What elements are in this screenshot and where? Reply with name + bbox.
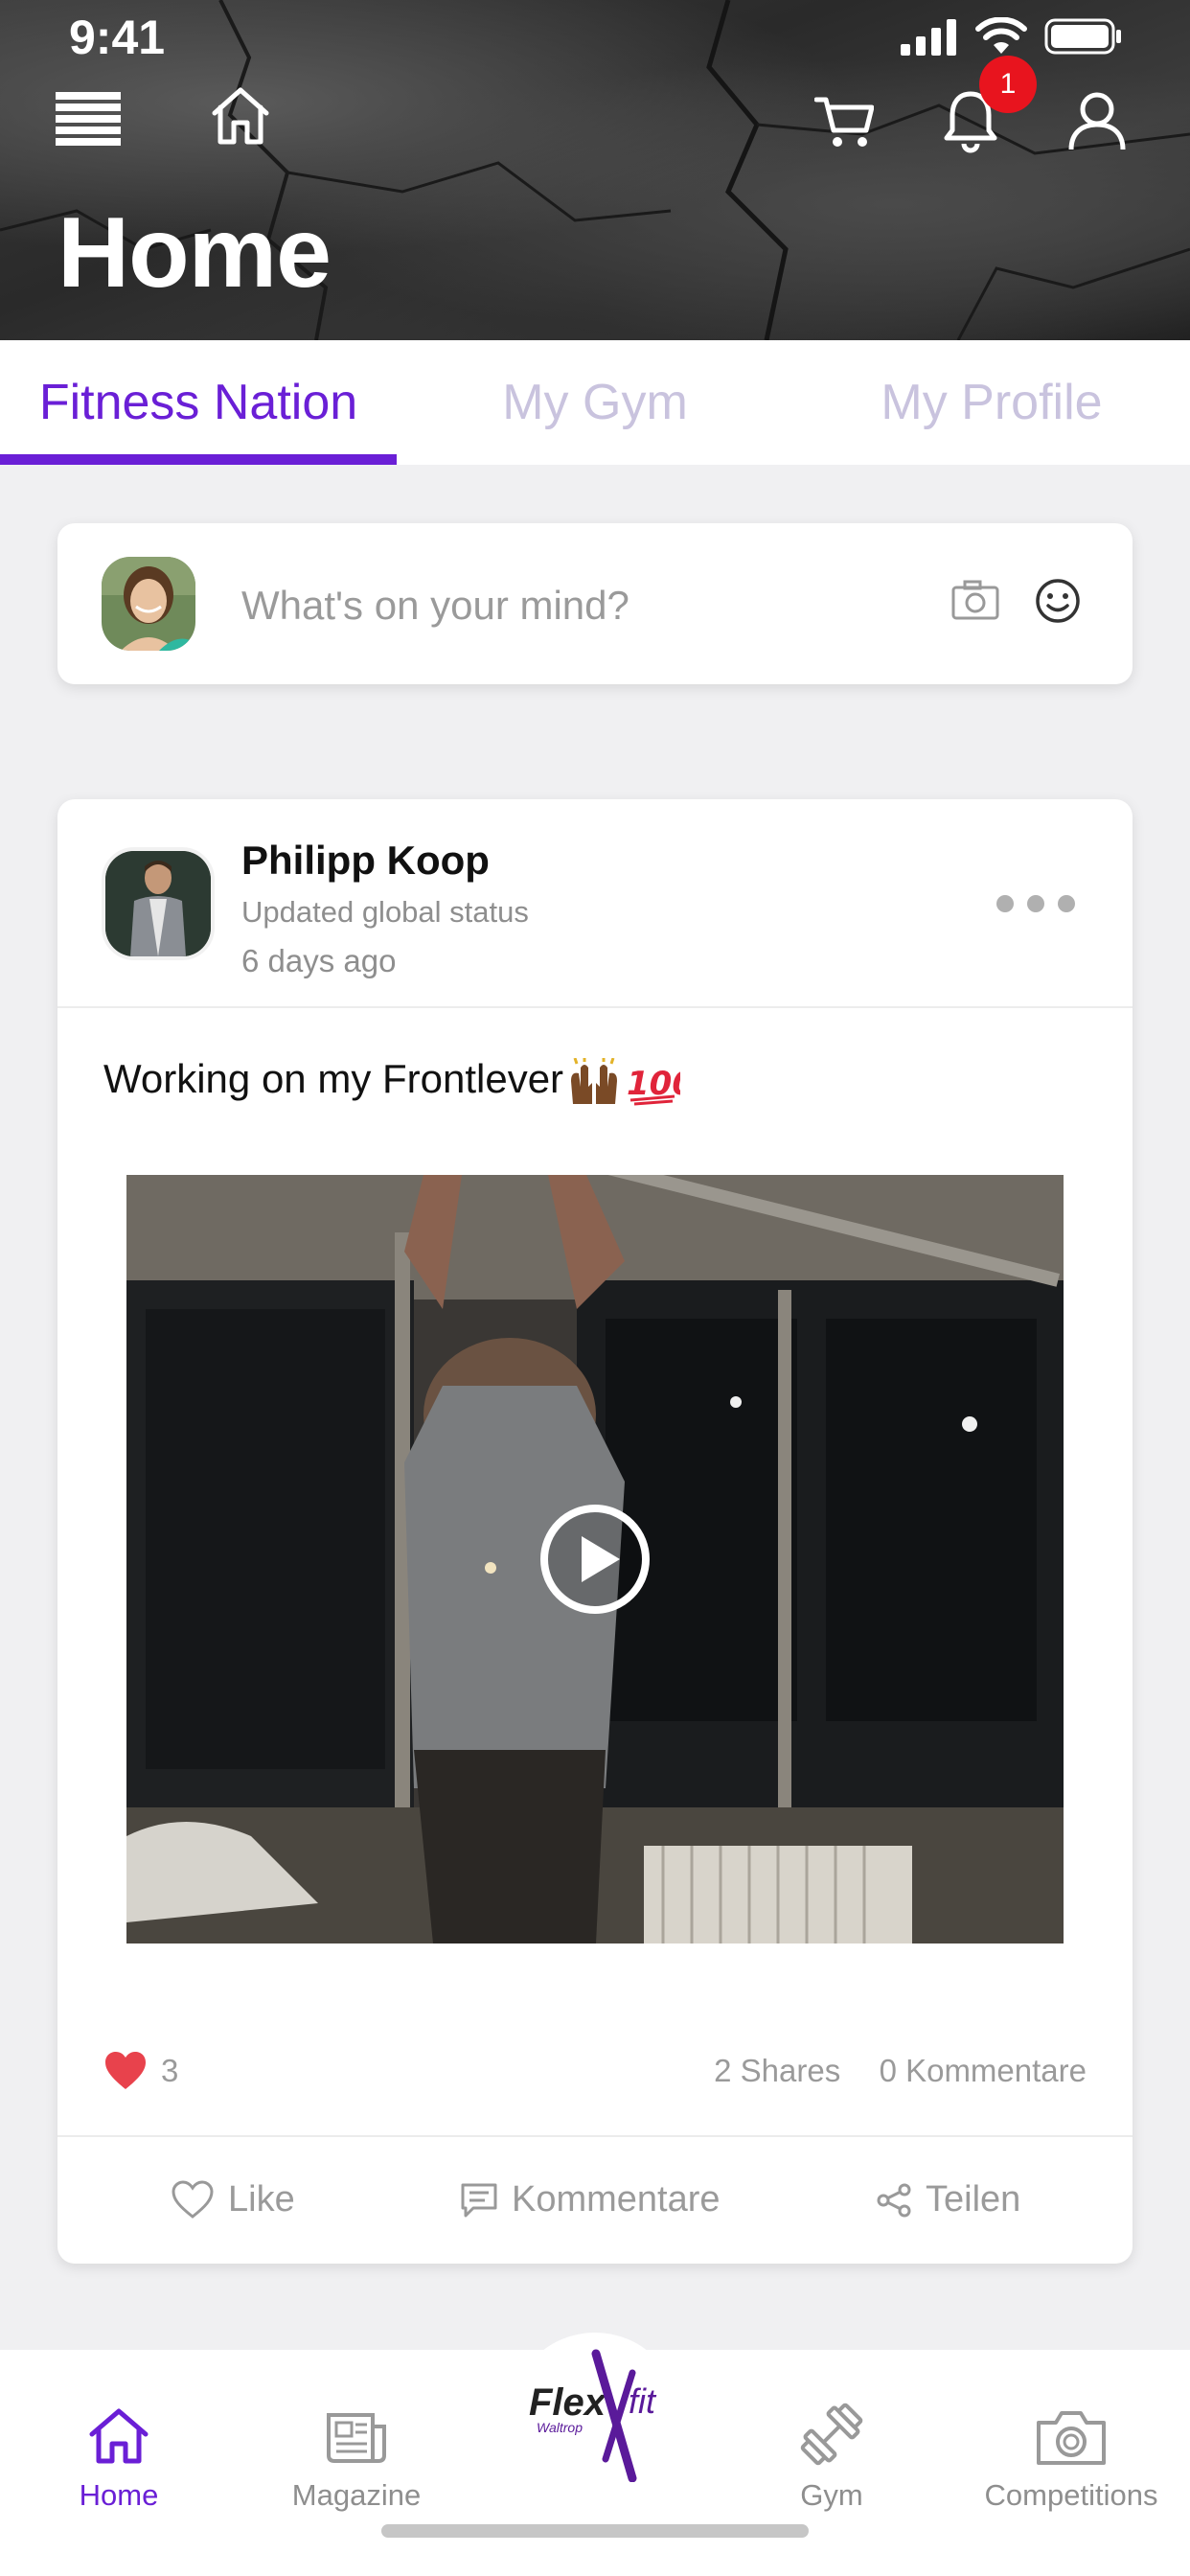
home-icon [89,2408,149,2464]
nav-magazine-label: Magazine [291,2478,422,2512]
share-label: Teilen [926,2179,1021,2220]
like-label: Like [228,2179,295,2220]
nav-gym-label: Gym [800,2478,863,2512]
flexfit-logo[interactable]: Flex fit Waltrop [517,2348,680,2482]
post-author[interactable]: Philipp Koop [241,838,490,884]
like-button[interactable]: Like [171,2179,295,2220]
status-time: 9:41 [69,11,166,64]
composer-input[interactable]: What's on your mind? [241,583,629,629]
nav-competitions-label: Competitions [984,2478,1158,2512]
logo-tagline: Waltrop [537,2420,583,2435]
comment-icon [461,2183,497,2217]
home-icon[interactable] [209,84,272,148]
post-video[interactable] [126,1175,1064,1944]
nav-gym[interactable]: Gym [713,2350,950,2513]
share-button[interactable]: Teilen [876,2179,1020,2220]
notification-badge: 1 [979,56,1037,113]
share-comment-counts: 2 Shares 0 Kommentare [714,2053,1087,2089]
tab-fitness-nation[interactable]: Fitness Nation [0,340,397,465]
post-composer[interactable]: What's on your mind? [57,523,1133,684]
logo-word-flex: Flex [529,2381,607,2424]
post-subtitle: Updated global status [241,895,529,929]
comment-count[interactable]: 0 Kommentare [880,2053,1087,2088]
engagement-row: 3 2 Shares 0 Kommentare [103,2049,1087,2097]
post-timestamp: 6 days ago [241,943,397,978]
camera-icon[interactable] [950,576,1000,626]
wifi-icon [975,17,1027,54]
camera-icon [1037,2411,1106,2465]
play-icon[interactable] [538,1502,652,1617]
status-icons [901,17,1123,56]
page-title: Home [57,197,332,309]
menu-icon[interactable] [56,92,121,146]
battery-icon [1044,18,1121,55]
nav-home-label: Home [79,2478,159,2512]
feed-post: Philipp Koop Updated global status 6 day… [57,799,1133,2264]
post-text: Working on my Frontlever 100 [103,1056,680,1106]
dumbbell-icon [800,2403,863,2466]
cellular-signal-icon [901,19,956,56]
raised-hands-emoji-icon [571,1057,618,1104]
emoji-icon[interactable] [1033,576,1083,626]
active-tab-indicator [0,454,397,465]
tab-bar: Fitness Nation My Gym My Profile [0,340,1190,465]
nav-home[interactable]: Home [0,2350,238,2513]
author-avatar[interactable] [102,847,215,960]
hundred-points-emoji-icon: 100 [627,1065,680,1106]
home-indicator [381,2524,809,2538]
share-count[interactable]: 2 Shares [714,2053,840,2088]
post-header-divider [57,1006,1133,1008]
cart-icon[interactable] [814,94,874,150]
tab-my-profile[interactable]: My Profile [793,340,1190,465]
nav-magazine[interactable]: Magazine [238,2350,475,2513]
user-avatar [102,557,195,651]
nav-competitions[interactable]: Competitions [952,2350,1190,2513]
heart-outline-icon [172,2179,214,2219]
post-text-content: Working on my Frontlever [103,1056,564,1101]
like-count: 3 [161,2053,179,2088]
newspaper-icon [327,2413,386,2463]
share-icon [877,2183,911,2217]
comment-label: Kommentare [512,2179,721,2220]
profile-icon[interactable] [1067,90,1127,151]
comment-button[interactable]: Kommentare [460,2179,721,2220]
header: 9:41 1 Home [0,0,1190,340]
more-options-icon[interactable] [996,895,1075,912]
actions-divider [57,2135,1133,2137]
logo-word-fit: fit [629,2381,657,2421]
tab-my-gym[interactable]: My Gym [397,340,793,465]
heart-filled-icon[interactable] [103,2051,148,2091]
